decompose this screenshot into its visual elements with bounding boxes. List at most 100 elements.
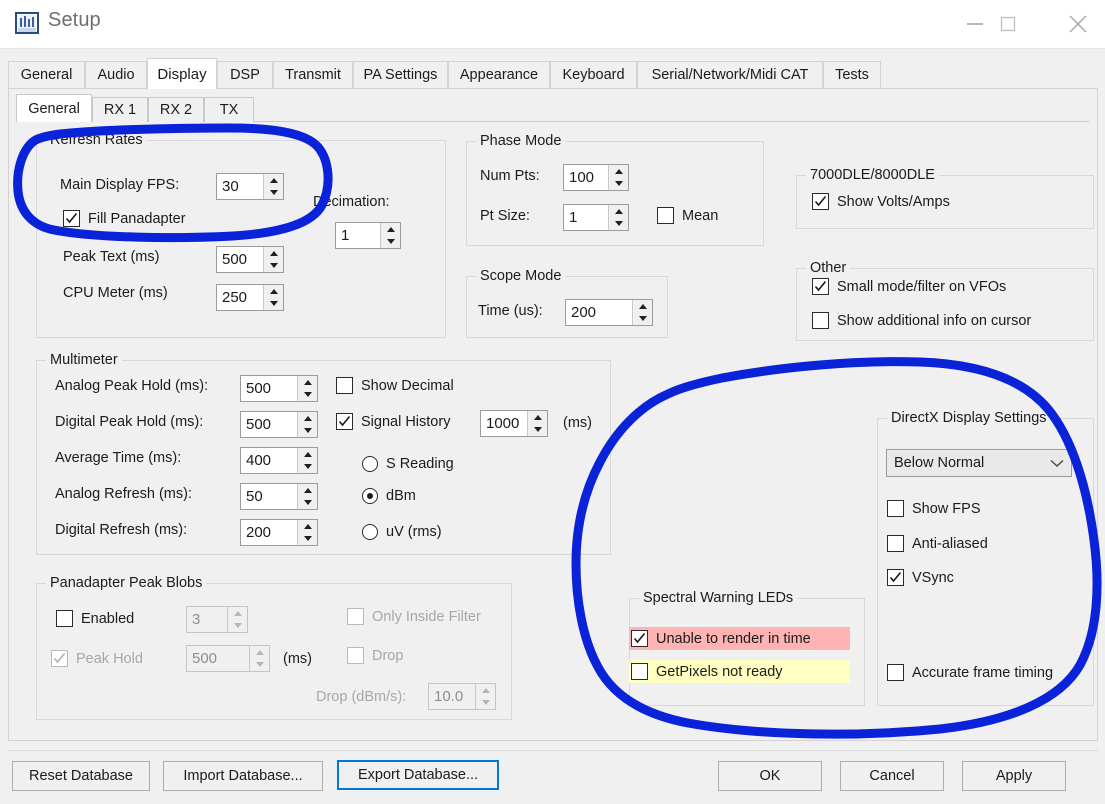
only-inside-filter-checkbox[interactable]: Only Inside Filter — [347, 608, 481, 625]
show-fps-checkbox[interactable]: Show FPS — [887, 500, 981, 517]
cursor-info-label: Show additional info on cursor — [837, 312, 1032, 329]
cpu-meter-spin[interactable] — [263, 285, 283, 310]
peak-text-stepper[interactable]: 500 — [216, 246, 284, 273]
analog-refresh-stepper[interactable]: 50 — [240, 483, 318, 510]
show-volts-amps-checkbox[interactable]: Show Volts/Amps — [812, 193, 950, 210]
dbm-radio[interactable]: dBm — [362, 488, 416, 504]
apply-label: Apply — [995, 768, 1033, 784]
analog-peak-hold-stepper[interactable]: 500 — [240, 375, 318, 402]
blobs-count-stepper[interactable]: 3 — [186, 606, 248, 633]
import-database-label: Import Database... — [183, 768, 303, 784]
tab-dsp[interactable]: DSP — [217, 61, 273, 88]
tab-serial-network-midi-cat[interactable]: Serial/Network/Midi CAT — [637, 61, 823, 88]
cpu-meter-stepper[interactable]: 250 — [216, 284, 284, 311]
tab-transmit[interactable]: Transmit — [273, 61, 353, 88]
uv-rms-label: uV (rms) — [386, 524, 442, 540]
blobs-drop-checkbox[interactable]: Drop — [347, 647, 403, 664]
main-display-fps-stepper[interactable]: 30 — [216, 173, 284, 200]
close-button[interactable] — [1055, 0, 1101, 48]
analog-refresh-spin[interactable] — [297, 484, 317, 509]
blobs-peak-hold-spin[interactable] — [249, 646, 269, 671]
led-row-unable-to-render[interactable]: Unable to render in time — [629, 627, 850, 650]
scope-time-spin[interactable] — [632, 300, 652, 325]
show-decimal-checkbox[interactable]: Show Decimal — [336, 377, 454, 394]
num-pts-value: 100 — [569, 169, 595, 186]
main-display-fps-spin[interactable] — [263, 174, 283, 199]
vsync-checkbox[interactable]: VSync — [887, 569, 954, 586]
dbm-radio-icon — [362, 488, 378, 504]
import-database-button[interactable]: Import Database... — [163, 761, 323, 791]
decimation-stepper[interactable]: 1 — [335, 222, 401, 249]
peak-text-label: Peak Text (ms) — [63, 249, 160, 265]
inner-tab-tx[interactable]: TX — [204, 97, 254, 122]
accurate-frame-timing-checkbox[interactable]: Accurate frame timing — [887, 664, 1053, 681]
directx-priority-select[interactable]: Below Normal — [886, 449, 1072, 477]
uv-rms-radio[interactable]: uV (rms) — [362, 524, 442, 540]
directx-title: DirectX Display Settings — [887, 410, 1051, 426]
signal-history-check-icon — [336, 413, 353, 430]
fill-panadapter-checkbox[interactable]: Fill Panadapter — [63, 210, 186, 227]
digital-peak-hold-stepper[interactable]: 500 — [240, 411, 318, 438]
blobs-count-spin[interactable] — [227, 607, 247, 632]
uv-rms-radio-icon — [362, 524, 378, 540]
average-time-stepper[interactable]: 400 — [240, 447, 318, 474]
small-mode-filter-check-icon — [812, 278, 829, 295]
multimeter-title: Multimeter — [46, 352, 122, 368]
pt-size-spin[interactable] — [608, 205, 628, 230]
tab-tests[interactable]: Tests — [823, 61, 881, 88]
digital-peak-hold-spin[interactable] — [297, 412, 317, 437]
analog-peak-hold-spin[interactable] — [297, 376, 317, 401]
decimation-spin[interactable] — [380, 223, 400, 248]
num-pts-spin[interactable] — [608, 165, 628, 190]
vsync-label: VSync — [912, 569, 954, 586]
signal-history-units: (ms) — [563, 415, 592, 431]
apply-button[interactable]: Apply — [962, 761, 1066, 791]
tab-general[interactable]: General — [8, 61, 85, 88]
tab-audio[interactable]: Audio — [85, 61, 147, 88]
drop-rate-stepper[interactable]: 10.0 — [428, 683, 496, 710]
pt-size-value: 1 — [569, 209, 578, 226]
pt-size-stepper[interactable]: 1 — [563, 204, 629, 231]
signal-history-checkbox[interactable]: Signal History — [336, 413, 450, 430]
accurate-frame-timing-label: Accurate frame timing — [912, 664, 1054, 681]
inner-tab-rx1[interactable]: RX 1 — [92, 97, 148, 122]
show-volts-amps-label: Show Volts/Amps — [837, 193, 950, 210]
digital-refresh-stepper[interactable]: 200 — [240, 519, 318, 546]
mean-checkbox[interactable]: Mean — [657, 207, 718, 224]
tab-appearance[interactable]: Appearance — [448, 61, 550, 88]
tab-dsp-label: DSP — [230, 67, 260, 83]
signal-history-spin[interactable] — [527, 411, 547, 436]
blobs-enabled-checkbox[interactable]: Enabled — [56, 610, 134, 627]
tab-audio-label: Audio — [97, 67, 135, 83]
drop-rate-spin[interactable] — [475, 684, 495, 709]
led-row-getpixels-not-ready[interactable]: GetPixels not ready — [629, 660, 850, 683]
scope-time-stepper[interactable]: 200 — [565, 299, 653, 326]
blobs-drop-label: Drop — [372, 647, 404, 664]
peak-text-spin[interactable] — [263, 247, 283, 272]
tab-pa-settings[interactable]: PA Settings — [353, 61, 448, 88]
digital-refresh-spin[interactable] — [297, 520, 317, 545]
tab-keyboard[interactable]: Keyboard — [550, 61, 637, 88]
num-pts-stepper[interactable]: 100 — [563, 164, 629, 191]
anti-aliased-checkbox[interactable]: Anti-aliased — [887, 535, 988, 552]
blobs-count-value: 3 — [192, 611, 201, 628]
s-reading-radio[interactable]: S Reading — [362, 456, 454, 472]
blobs-peak-hold-stepper[interactable]: 500 — [186, 645, 270, 672]
inner-tab-rx2[interactable]: RX 2 — [148, 97, 204, 122]
small-mode-filter-label: Small mode/filter on VFOs — [837, 278, 1007, 295]
signal-history-stepper[interactable]: 1000 — [480, 410, 548, 437]
ok-button[interactable]: OK — [718, 761, 822, 791]
maximize-button[interactable] — [985, 0, 1031, 48]
cancel-button[interactable]: Cancel — [840, 761, 944, 791]
peak-blobs-title: Panadapter Peak Blobs — [46, 575, 207, 591]
tab-display[interactable]: Display — [147, 58, 217, 89]
small-mode-filter-checkbox[interactable]: Small mode/filter on VFOs — [812, 278, 1006, 295]
reset-database-button[interactable]: Reset Database — [12, 761, 150, 791]
blobs-peak-hold-checkbox[interactable]: Peak Hold — [51, 650, 143, 667]
inner-tab-general[interactable]: General — [16, 94, 92, 122]
anti-aliased-label: Anti-aliased — [912, 535, 988, 552]
export-database-button[interactable]: Export Database... — [337, 760, 499, 790]
app-window-icon — [14, 10, 40, 36]
average-time-spin[interactable] — [297, 448, 317, 473]
cursor-info-checkbox[interactable]: Show additional info on cursor — [812, 312, 1031, 329]
